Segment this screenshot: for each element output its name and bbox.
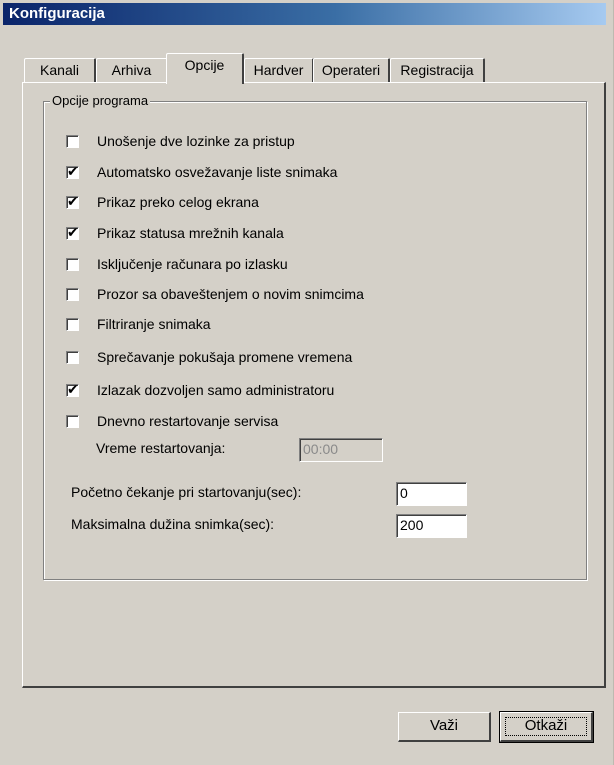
option-label: Isključenje računara po izlasku xyxy=(97,256,288,272)
window-title: Konfiguracija xyxy=(3,3,606,25)
option-filter-recordings[interactable]: Filtriranje snimaka xyxy=(66,314,211,334)
checkbox[interactable] xyxy=(66,414,79,428)
startup-wait-input[interactable]: 0 xyxy=(396,482,467,506)
save-button[interactable]: Važi xyxy=(398,712,491,742)
restart-time-input: 00:00 xyxy=(299,438,383,462)
option-daily-restart[interactable]: Dnevno restartovanje servisa xyxy=(66,411,278,431)
option-label: Filtriranje snimaka xyxy=(97,316,211,332)
option-label: Izlazak dozvoljen samo administratoru xyxy=(97,382,335,398)
option-label: Unošenje dve lozinke za pristup xyxy=(97,133,295,149)
checkbox[interactable] xyxy=(66,350,79,364)
tab-opcije[interactable]: Opcije xyxy=(166,53,244,84)
option-label: Automatsko osvežavanje liste snimaka xyxy=(97,164,338,180)
tab-arhiva[interactable]: Arhiva xyxy=(96,58,168,82)
checkbox[interactable] xyxy=(66,257,79,271)
option-label: Sprečavanje pokušaja promene vremena xyxy=(97,349,353,365)
options-groupbox: Opcije programa Unošenje dve lozinke za … xyxy=(43,93,587,580)
tab-hardver[interactable]: Hardver xyxy=(244,58,314,82)
startup-wait-label: Početno čekanje pri startovanju(sec): xyxy=(71,484,302,500)
tab-panel-opcije: Opcije programa Unošenje dve lozinke za … xyxy=(22,82,606,688)
cancel-button-label: Otkaži xyxy=(524,717,568,734)
option-two-passwords[interactable]: Unošenje dve lozinke za pristup xyxy=(66,131,295,151)
groupbox-title: Opcije programa xyxy=(50,93,151,109)
option-fullscreen[interactable]: ✔ Prikaz preko celog ekrana xyxy=(66,192,259,212)
checkbox[interactable]: ✔ xyxy=(66,381,79,397)
option-label: Prikaz statusa mrežnih kanala xyxy=(97,225,284,241)
tab-kanali[interactable]: Kanali xyxy=(24,58,96,82)
checkbox[interactable]: ✔ xyxy=(66,224,79,240)
checkbox[interactable] xyxy=(66,287,79,301)
configuration-dialog: Konfiguracija Kanali Arhiva Opcije Hardv… xyxy=(0,0,614,765)
restart-time-label: Vreme restartovanja: xyxy=(96,440,226,456)
cancel-button[interactable]: Otkaži xyxy=(499,711,594,743)
option-prevent-time-change[interactable]: Sprečavanje pokušaja promene vremena xyxy=(66,347,352,367)
option-shutdown-on-exit[interactable]: Isključenje računara po izlasku xyxy=(66,254,288,274)
checkbox[interactable]: ✔ xyxy=(66,193,79,209)
option-network-status[interactable]: ✔ Prikaz statusa mrežnih kanala xyxy=(66,223,284,243)
max-length-input[interactable]: 200 xyxy=(396,514,467,538)
max-length-label: Maksimalna dužina snimka(sec): xyxy=(71,516,275,532)
option-label: Prozor sa obaveštenjem o novim snimcima xyxy=(97,286,364,302)
tab-registracija[interactable]: Registracija xyxy=(390,58,485,82)
option-label: Prikaz preko celog ekrana xyxy=(97,194,259,210)
tab-operateri[interactable]: Operateri xyxy=(313,58,390,82)
option-label: Dnevno restartovanje servisa xyxy=(97,413,279,429)
checkbox[interactable] xyxy=(66,317,79,331)
checkbox[interactable]: ✔ xyxy=(66,163,79,179)
checkbox[interactable] xyxy=(66,134,79,148)
option-admin-exit-only[interactable]: ✔ Izlazak dozvoljen samo administratoru xyxy=(66,380,334,400)
option-auto-refresh[interactable]: ✔ Automatsko osvežavanje liste snimaka xyxy=(66,162,337,182)
option-new-recordings-popup[interactable]: Prozor sa obaveštenjem o novim snimcima xyxy=(66,284,364,304)
